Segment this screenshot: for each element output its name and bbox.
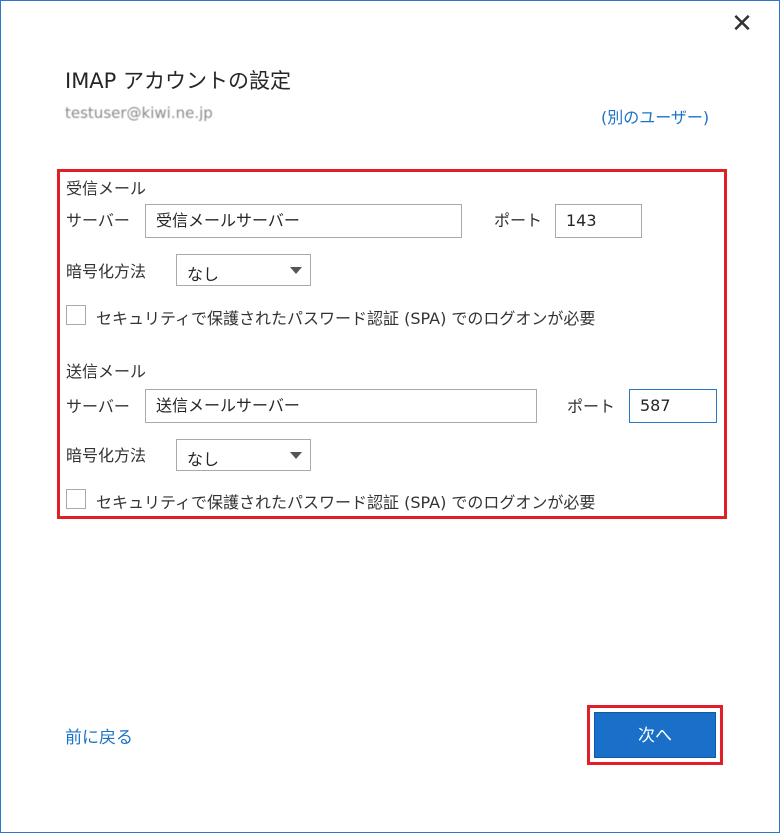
incoming-server-label: サーバー — [66, 211, 130, 230]
chevron-down-icon — [290, 267, 302, 274]
other-user-link[interactable]: (別のユーザー) — [601, 104, 709, 128]
outgoing-spa-label[interactable]: セキュリティで保護されたパスワード認証 (SPA) でのログオンが必要 — [96, 489, 595, 513]
incoming-encryption-value: なし — [187, 265, 220, 284]
outgoing-encryption-label: 暗号化方法 — [66, 446, 147, 465]
incoming-heading: 受信メール — [66, 179, 147, 198]
close-icon[interactable]: ✕ — [729, 11, 755, 37]
account-email: testuser@kiwi.ne.jp — [65, 104, 213, 122]
outgoing-encryption-value: なし — [187, 450, 220, 469]
outgoing-port-input[interactable]: 587 — [629, 389, 717, 423]
outgoing-spa-checkbox[interactable] — [66, 489, 86, 509]
outgoing-server-label: サーバー — [66, 397, 130, 416]
back-link[interactable]: 前に戻る — [65, 723, 133, 748]
incoming-encryption-select[interactable]: なし — [176, 254, 311, 286]
chevron-down-icon — [290, 452, 302, 459]
incoming-encryption-label: 暗号化方法 — [66, 262, 147, 281]
outgoing-heading: 送信メール — [66, 362, 147, 381]
next-button[interactable]: 次へ — [594, 712, 716, 758]
incoming-port-label: ポート — [494, 211, 543, 230]
incoming-spa-checkbox[interactable] — [66, 305, 86, 325]
incoming-server-input[interactable]: 受信メールサーバー — [145, 204, 462, 238]
dialog-title: IMAP アカウントの設定 — [65, 69, 292, 93]
outgoing-encryption-select[interactable]: なし — [176, 439, 311, 471]
outgoing-port-label: ポート — [567, 397, 616, 416]
dialog-window: ✕ IMAP アカウントの設定 testuser@kiwi.ne.jp (別のユ… — [0, 0, 780, 833]
outgoing-server-input[interactable]: 送信メールサーバー — [145, 389, 537, 423]
incoming-spa-label[interactable]: セキュリティで保護されたパスワード認証 (SPA) でのログオンが必要 — [96, 305, 595, 329]
incoming-port-input[interactable]: 143 — [555, 204, 642, 238]
